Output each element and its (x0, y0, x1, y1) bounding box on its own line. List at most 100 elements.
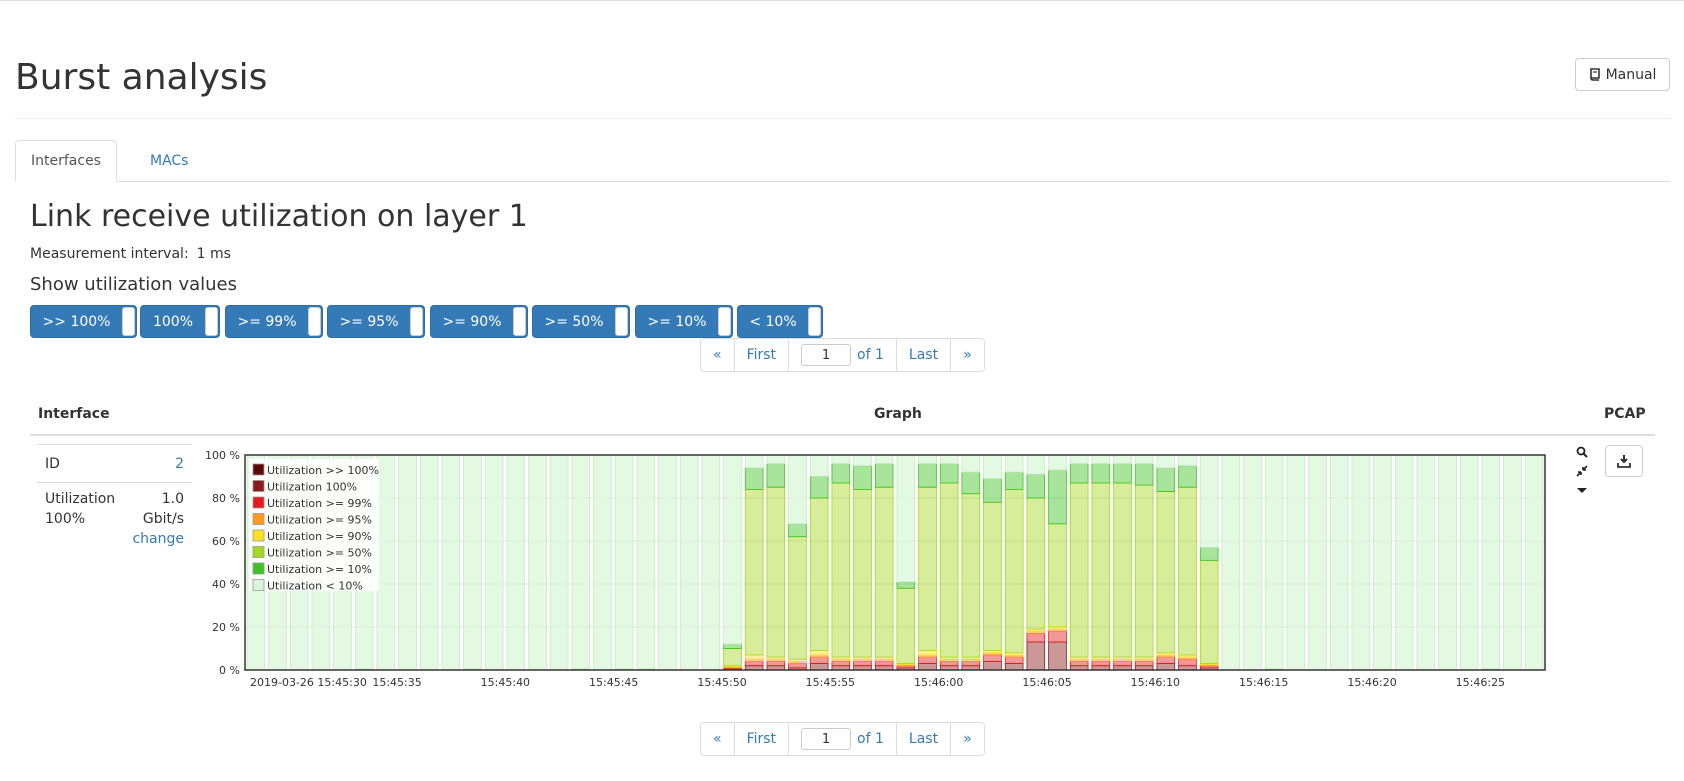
tab-macs[interactable]: MACs (135, 140, 203, 182)
next-page-button[interactable]: » (951, 723, 984, 755)
toggle-knob[interactable] (308, 307, 321, 336)
bar-segment (658, 454, 677, 671)
bar-segment (1091, 660, 1111, 667)
toggle-knob[interactable] (615, 307, 628, 336)
toggle-knob[interactable] (513, 307, 526, 336)
toggle-knob[interactable] (808, 307, 821, 336)
next-page-button[interactable]: » (951, 339, 984, 371)
interface-id-link[interactable]: 2 (175, 456, 184, 472)
pcap-download-button[interactable] (1605, 445, 1643, 477)
tab-interfaces[interactable]: Interfaces (15, 140, 117, 182)
legend-swatch (252, 529, 265, 542)
bar-segment (896, 581, 916, 589)
bar-segment (1178, 465, 1197, 488)
bar-segment (983, 478, 1002, 503)
bar-segment (463, 454, 482, 670)
toggle-label: >= 99% (237, 313, 297, 330)
bar-segment (983, 654, 1002, 662)
bar-segment (809, 656, 829, 664)
toggle-ge50[interactable]: >= 50% (532, 305, 630, 338)
manual-button[interactable]: Manual (1575, 58, 1670, 91)
toggle-ge99[interactable]: >= 99% (225, 305, 323, 338)
change-link[interactable]: change (132, 529, 184, 549)
x-tick-label: 15:45:45 (589, 676, 638, 689)
section-title: Link receive utilization on layer 1 (30, 199, 528, 234)
bar-segment (1199, 454, 1219, 548)
bar-segment (1308, 454, 1327, 671)
bar-segment (1026, 497, 1046, 630)
bar-segment (484, 454, 504, 671)
bar-segment (809, 650, 829, 656)
toggle-knob[interactable] (410, 307, 423, 336)
bar-segment (918, 663, 937, 671)
page-input[interactable]: 1 (801, 344, 852, 366)
header-interface: Interface (38, 406, 110, 422)
y-tick-label: 20 % (212, 621, 240, 634)
bar-segment (1156, 454, 1176, 469)
prev-page-button[interactable]: « (701, 339, 735, 371)
zoom-icon[interactable] (1572, 446, 1592, 465)
bar-segment (1221, 454, 1241, 671)
bar-segment (1048, 630, 1067, 643)
bar-segment (766, 486, 786, 658)
toggle-ge90[interactable]: >= 90% (430, 305, 528, 338)
interface-info: ID 2 Utilization 100% 1.0 Gbit/s change (37, 444, 192, 555)
bar-segment (1091, 482, 1111, 658)
legend-label: Utilization >= 50% (267, 547, 372, 560)
tab-bar: Interfaces MACs (15, 140, 1670, 182)
last-page-button[interactable]: Last (897, 723, 952, 755)
last-page-button[interactable]: Last (897, 339, 952, 371)
bar-segment (809, 497, 829, 652)
bar-segment (614, 454, 634, 670)
legend-swatch (252, 463, 265, 476)
bar-segment (1156, 491, 1176, 654)
bar-segment (961, 454, 981, 473)
bar-segment (874, 660, 894, 667)
toggle-gt100[interactable]: >> 100% (30, 305, 137, 338)
id-label: ID (45, 455, 60, 472)
toggle-knob[interactable] (205, 307, 218, 336)
header-divider (15, 118, 1670, 119)
bar-segment (1264, 454, 1284, 670)
reset-zoom-icon[interactable] (1572, 465, 1592, 484)
bar-segment (788, 523, 807, 538)
toggle-ge10[interactable]: >= 10% (635, 305, 733, 338)
bar-segment (723, 454, 742, 645)
manual-label: Manual (1605, 66, 1657, 83)
x-tick-label: 15:46:00 (914, 676, 963, 689)
legend-swatch (252, 496, 265, 509)
bar-segment (1004, 663, 1024, 671)
toggle-lt10[interactable]: < 10% (737, 305, 823, 338)
toggle-knob[interactable] (718, 307, 731, 336)
bar-segment (1524, 454, 1544, 671)
page-input[interactable]: 1 (801, 728, 852, 750)
bar-segment (1026, 633, 1046, 643)
bar-segment (874, 486, 894, 658)
first-page-button[interactable]: First (735, 339, 790, 371)
bar-segment (528, 454, 547, 671)
bar-segment (1156, 656, 1176, 664)
caret-down-icon[interactable] (1572, 484, 1592, 503)
utilization-label-pct: 100% (45, 511, 86, 527)
bar-segment (1026, 454, 1046, 475)
bar-segment (1156, 467, 1176, 492)
bar-segment (1069, 660, 1089, 667)
bar-segment (1178, 486, 1197, 656)
bar-segment (983, 501, 1002, 652)
x-tick-label: 2019-03-26 15:45:30 (250, 676, 367, 689)
prev-page-button[interactable]: « (701, 723, 735, 755)
toggle-ge95[interactable]: >= 95% (327, 305, 425, 338)
bar-segment (961, 493, 981, 658)
toggle-eq100[interactable]: 100% (140, 305, 220, 338)
bar-segment (1459, 454, 1479, 671)
first-page-button[interactable]: First (735, 723, 790, 755)
legend-label: Utilization >= 90% (267, 530, 372, 543)
toggle-knob[interactable] (122, 307, 135, 336)
bar-segment (1048, 469, 1067, 525)
toggle-label: >= 90% (442, 313, 502, 330)
bar-segment (1048, 641, 1067, 671)
bar-segment (983, 454, 1002, 480)
bar-segment (788, 663, 807, 669)
bar-segment (896, 454, 916, 583)
bar-segment (1416, 454, 1436, 671)
